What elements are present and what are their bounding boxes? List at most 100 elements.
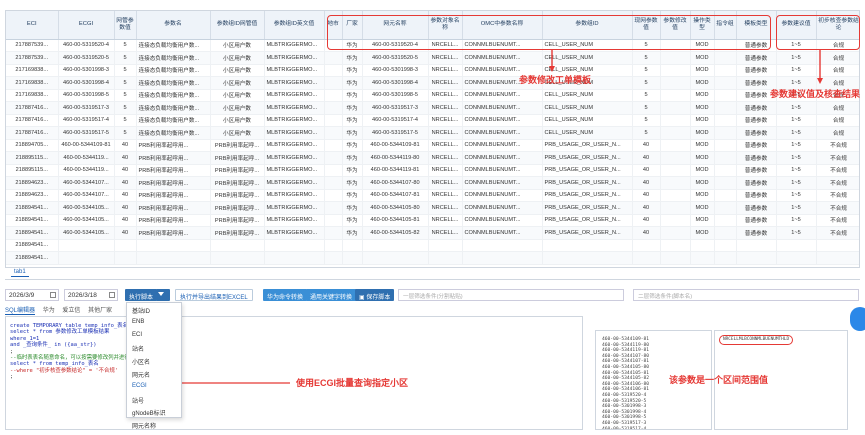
table-cell: NRCELL... (428, 201, 463, 215)
chevron-down-icon (158, 292, 164, 296)
table-cell (660, 176, 691, 190)
table-cell: 普通参数 (736, 139, 777, 152)
dropdown-option[interactable]: ENB (127, 316, 181, 329)
table-cell: 40 (114, 189, 137, 202)
filter-input-1[interactable]: 一层筛选条件(分割粘贴) (398, 289, 624, 301)
table-cell: PRB利用率起呼... (210, 139, 265, 152)
table-cell: 1~5 (776, 176, 817, 190)
query-field-select[interactable] (156, 289, 170, 301)
table-cell: MOD (690, 176, 715, 190)
table-row[interactable]: 218894541... 460-00-5344105... 40 PRB利用率起呼用… (6, 201, 859, 215)
table-row[interactable]: 218894541... (6, 251, 859, 265)
table-cell: 40 (632, 189, 661, 202)
dropdown-option[interactable]: 站名 (127, 341, 181, 354)
subtab-ericsson[interactable]: 爱立信 (62, 305, 80, 314)
subtab-other[interactable]: 其他厂家 (88, 305, 112, 314)
table-cell: MLBTRIGGERMO... (264, 214, 325, 227)
template-arrow (549, 50, 823, 84)
table-cell: NRCELL... (428, 176, 463, 190)
table-cell: 普通参数 (736, 201, 777, 215)
keyword-convert-button[interactable]: 通用关键字转换 (306, 289, 357, 301)
table-cell: 不合规 (816, 176, 859, 190)
table-cell (428, 251, 463, 265)
dropdown-option[interactable]: ECI (127, 329, 181, 342)
table-cell: 华为 (342, 189, 363, 202)
table-cell: 460-00-5344107... (58, 189, 115, 202)
table-cell: 普通参数 (736, 189, 777, 202)
table-cell: PRB利用率起呼... (210, 226, 265, 240)
save-script-button[interactable]: ▣ 保存脚本 (355, 289, 395, 301)
table-cell: NRCELL... (428, 139, 463, 152)
table-row[interactable]: 218894541... 460-00-5344105... 40 PRB利用率起呼用… (6, 226, 859, 240)
dropdown-option[interactable]: ECGI (127, 380, 181, 393)
ecgi-arrow (172, 382, 290, 384)
table-cell: MLBTRIGGERMO... (264, 189, 325, 202)
param-name-highlight: NRCELLMLBCONNMLBUENUMTHLD (719, 335, 794, 345)
table-cell (58, 239, 115, 252)
table-cell: MLBTRIGGERMO... (264, 176, 325, 190)
table-cell (342, 239, 363, 252)
table-cell: PRB利用率起呼... (210, 201, 265, 215)
tab-tab1[interactable]: tab1 (11, 269, 29, 277)
table-row[interactable]: 218894541... 460-00-5344105... 40 PRB利用率起呼用… (6, 214, 859, 227)
table-cell: 1~5 (776, 151, 817, 165)
table-row[interactable]: 218895115... 460-00-5344119... 40 PRB利用率起呼用… (6, 151, 859, 165)
table-cell: CONNMLBUENUMT... (462, 151, 543, 165)
table-cell: NRCELL... (428, 214, 463, 227)
table-cell: 不合规 (816, 189, 859, 202)
table-cell: 普通参数 (736, 214, 777, 227)
table-cell: 460-00-5344105... (58, 214, 115, 227)
table-cell: PRB_USAGE_OR_USER_N... (542, 151, 633, 165)
table-cell: 40 (632, 176, 661, 190)
table-cell (362, 251, 429, 265)
table-cell (660, 239, 691, 252)
filter-input-1-placeholder: 一层筛选条件(分割粘贴) (403, 294, 463, 300)
table-cell (264, 251, 325, 265)
dropdown-option[interactable]: 小区名 (127, 354, 181, 367)
table-cell: CONNMLBUENUMT... (462, 226, 543, 240)
end-date-value: 2026/3/18 (68, 292, 97, 299)
table-cell: MOD (690, 226, 715, 240)
table-cell: 普通参数 (736, 176, 777, 190)
table-row[interactable]: 218894541... (6, 239, 859, 252)
exec-script-button[interactable]: 执行脚本 (125, 289, 158, 301)
subtab-sql[interactable]: SQL编辑器 (5, 305, 36, 315)
dropdown-option[interactable]: 源小区CGI (127, 431, 181, 435)
table-cell: 1~5 (776, 164, 817, 177)
filter-input-2[interactable]: 二层筛选条件(脚本名) (633, 289, 859, 301)
table-cell: MLBTRIGGERMO... (264, 164, 325, 177)
table-cell (816, 239, 859, 252)
table-cell: CONNMLBUENUMT... (462, 201, 543, 215)
table-cell: 40 (114, 214, 137, 227)
dropdown-option[interactable]: gNodeB标识 (127, 405, 181, 418)
dropdown-option[interactable]: 基站ID (127, 303, 181, 316)
table-cell (714, 201, 737, 215)
table-cell (58, 251, 115, 265)
huawei-convert-button[interactable]: 华为命令转换 (263, 289, 308, 301)
exec-export-button[interactable]: 执行并导出结果到EXCEL (175, 289, 253, 301)
table-cell: 不合规 (816, 151, 859, 165)
end-date-picker[interactable]: 2026/3/18 (64, 289, 118, 301)
dropdown-option[interactable]: 站号 (127, 393, 181, 406)
table-cell (776, 251, 817, 265)
table-row[interactable]: 218895115... 460-00-5344119... 40 PRB利用率起呼用… (6, 164, 859, 177)
table-cell: 460-00-5344107-81 (362, 189, 429, 202)
start-date-picker[interactable]: 2026/3/9 (5, 289, 59, 301)
table-cell (324, 251, 343, 265)
table-row[interactable]: 218894705... 460-00-5344109-81 40 PRB利用率起呼用… (6, 139, 859, 152)
floating-action-button[interactable] (850, 307, 865, 331)
subtab-huawei[interactable]: 华为 (43, 305, 55, 314)
table-cell: 40 (632, 151, 661, 165)
dropdown-option[interactable]: 网元名称 (127, 418, 181, 431)
table-cell: PRB利用率起呼用... (136, 139, 211, 152)
dropdown-option[interactable]: 网元名 (127, 367, 181, 380)
table-cell (660, 214, 691, 227)
sql-editor[interactable]: create TEMPORARY table temp_info_表名 as se… (5, 316, 583, 430)
table-cell: PRB利用率起呼... (210, 151, 265, 165)
table-row[interactable]: 218894623... 460-00-5344107... 40 PRB利用率起呼用… (6, 189, 859, 202)
table-cell: 华为 (342, 214, 363, 227)
table-cell: 460-00-5344105-80 (362, 201, 429, 215)
table-cell (136, 251, 211, 265)
table-row[interactable]: 218894623... 460-00-5344107... 40 PRB利用率起呼用… (6, 176, 859, 190)
table-cell: 不合规 (816, 201, 859, 215)
